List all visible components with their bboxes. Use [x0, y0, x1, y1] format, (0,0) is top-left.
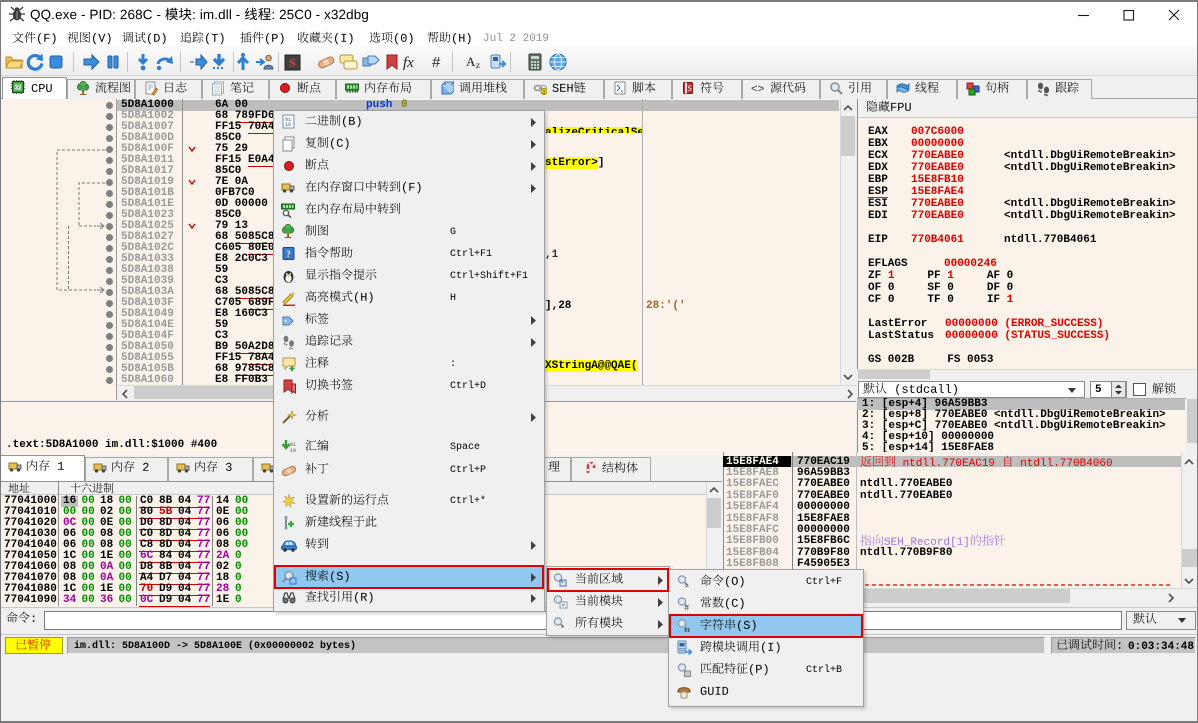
svg-text:S: S — [688, 84, 692, 93]
svg-text:10: 10 — [290, 448, 296, 454]
svg-text:>: > — [685, 583, 689, 590]
svg-text:*: * — [561, 624, 564, 632]
svg-text:10: 10 — [285, 122, 291, 128]
svg-text:fx: fx — [403, 55, 414, 71]
svg-text:?: ? — [286, 249, 291, 259]
svg-text:!: ! — [543, 90, 545, 96]
svg-text:A: A — [466, 54, 476, 69]
svg-text:<>: <> — [751, 84, 764, 96]
svg-text:z: z — [476, 60, 480, 70]
svg-text:#: # — [685, 604, 690, 613]
svg-text:#: # — [432, 54, 441, 71]
svg-text:S: S — [289, 56, 296, 70]
svg-text:32: 32 — [15, 86, 22, 92]
